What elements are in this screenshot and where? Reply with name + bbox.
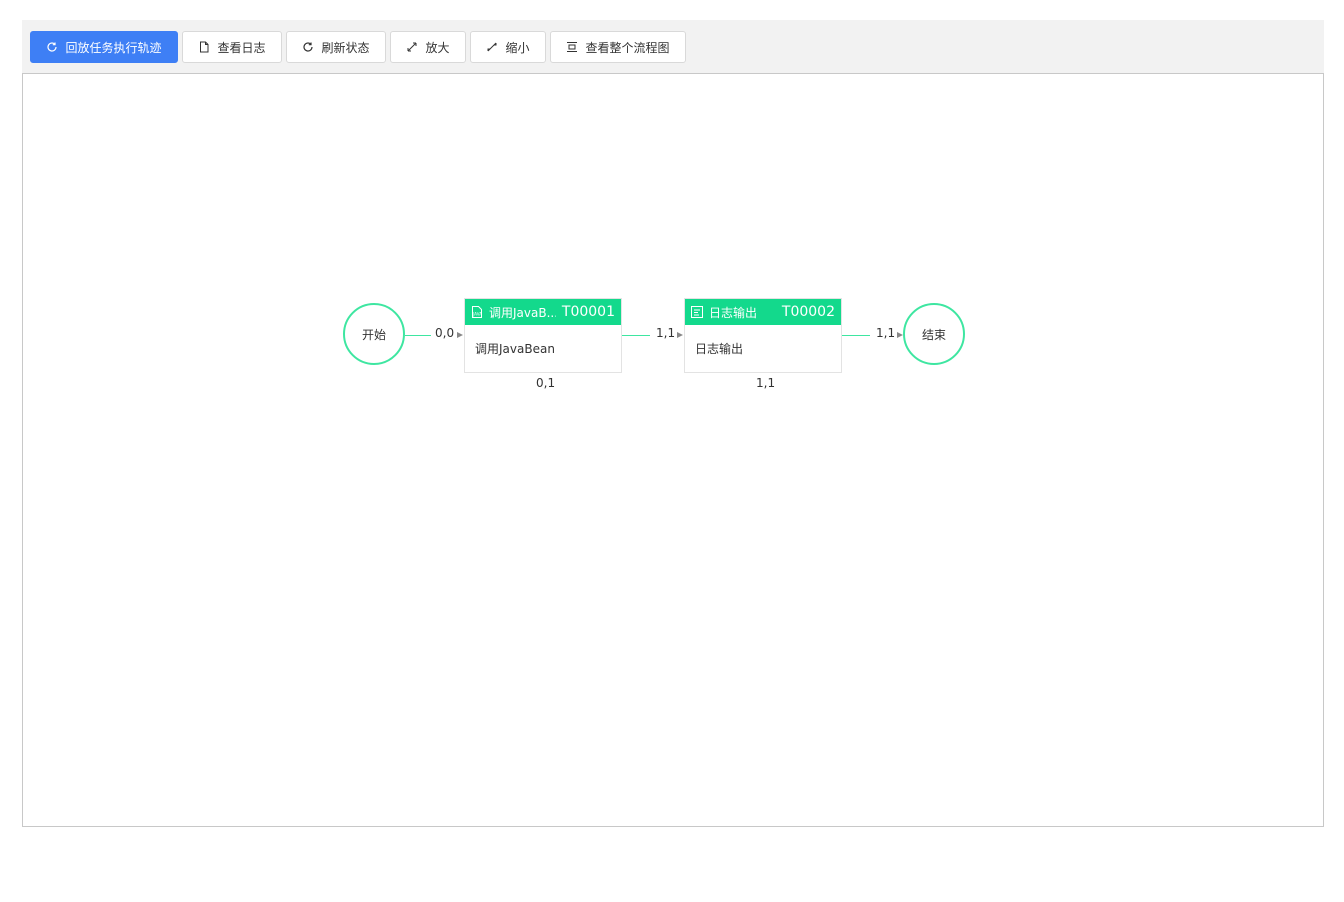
edge-label: 0,0: [435, 326, 455, 340]
task-header: 日志输出 T00002: [685, 299, 841, 325]
fit-view-icon: [566, 41, 578, 53]
task-node-t00001[interactable]: JAVA 调用JavaB... T00001 调用JavaBean: [464, 298, 622, 373]
svg-text:JAVA: JAVA: [472, 312, 482, 317]
task-code: T00002: [781, 304, 835, 320]
zoom-out-icon: [486, 41, 498, 53]
toolbar-buttons: 回放任务执行轨迹 查看日志 刷新状态 放大 缩小 查看整个流程图: [30, 31, 686, 63]
refresh-status-label: 刷新状态: [321, 40, 370, 55]
arrow-icon: [457, 332, 463, 338]
refresh-status-button[interactable]: 刷新状态: [286, 31, 386, 63]
edge-label: 1,1: [656, 326, 676, 340]
fit-view-label: 查看整个流程图: [585, 40, 670, 55]
edge-start-task1: [405, 335, 431, 336]
document-icon: [198, 41, 210, 53]
task-title: 调用JavaB...: [489, 305, 556, 320]
task-header: JAVA 调用JavaB... T00001: [465, 299, 621, 325]
edge-task1-task2: [622, 335, 650, 336]
replay-trace-label: 回放任务执行轨迹: [65, 40, 162, 55]
java-file-icon: JAVA: [471, 306, 483, 318]
start-node-label: 开始: [361, 327, 386, 342]
zoom-in-icon: [406, 41, 418, 53]
arrow-icon: [677, 332, 683, 338]
task-code: T00001: [561, 304, 615, 320]
replay-trace-button[interactable]: 回放任务执行轨迹: [30, 31, 178, 63]
flow-canvas[interactable]: 开始 0,0 JAVA 调用JavaB... T00001 调用JavaBean…: [22, 73, 1324, 827]
task-body: 调用JavaBean: [475, 342, 555, 356]
view-log-button[interactable]: 查看日志: [182, 31, 282, 63]
zoom-out-label: 缩小: [505, 40, 530, 55]
task-node-t00002[interactable]: 日志输出 T00002 日志输出: [684, 298, 842, 373]
task-body: 日志输出: [695, 342, 744, 356]
task-title: 日志输出: [709, 305, 758, 320]
zoom-out-button[interactable]: 缩小: [470, 31, 546, 63]
task-count: 1,1: [756, 376, 776, 390]
edge-task2-end: [842, 335, 870, 336]
log-file-icon: [691, 306, 703, 318]
start-node[interactable]: 开始: [343, 303, 405, 365]
edge-label: 1,1: [876, 326, 896, 340]
toolbar: 回放任务执行轨迹 查看日志 刷新状态 放大 缩小 查看整个流程图: [22, 20, 1324, 73]
zoom-in-label: 放大: [425, 40, 450, 55]
fit-view-button[interactable]: 查看整个流程图: [550, 31, 686, 63]
refresh-icon: [302, 41, 314, 53]
end-node-label: 结束: [921, 327, 946, 342]
end-node[interactable]: 结束: [903, 303, 965, 365]
view-log-label: 查看日志: [217, 40, 266, 55]
zoom-in-button[interactable]: 放大: [390, 31, 466, 63]
task-count: 0,1: [536, 376, 556, 390]
refresh-icon: [46, 41, 58, 53]
